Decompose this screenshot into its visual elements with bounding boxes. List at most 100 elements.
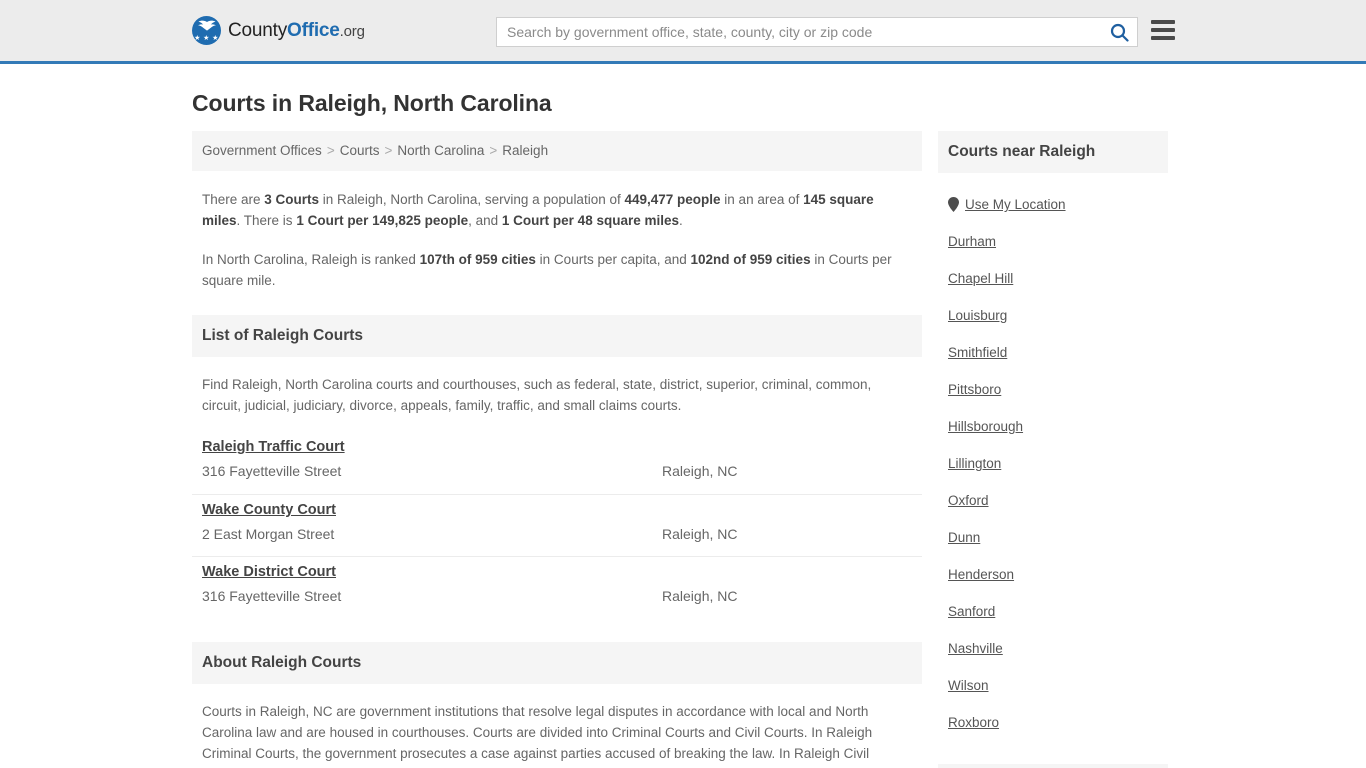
sidebar-item-henderson[interactable]: Henderson (948, 567, 1158, 582)
court-address: 2 East Morgan Street (202, 526, 335, 542)
court-address: 316 Fayetteville Street (202, 463, 342, 479)
sidebar-item-sanford[interactable]: Sanford (948, 604, 1158, 619)
table-row[interactable]: Wake County Court 2 East Morgan Street R… (192, 494, 922, 556)
logo-text-part1: County (228, 19, 288, 41)
sidebar-records-header: Raleigh Public Records (938, 764, 1168, 768)
main-content: Government Offices > Courts > North Carolina… (192, 131, 922, 768)
list-section-header: List of Raleigh Courts (192, 315, 922, 357)
logo-text-part2: Office (287, 19, 340, 41)
eagle-seal-icon: ★ ★ ★ (192, 16, 221, 45)
map-pin-icon (948, 197, 959, 212)
breadcrumb-separator: > (384, 143, 393, 158)
about-section-heading: About Raleigh Courts (202, 654, 362, 671)
stats-text: in Courts per capita, and (535, 252, 691, 267)
sidebar-item-smithfield[interactable]: Smithfield (948, 345, 1158, 360)
sidebar-item-label[interactable]: Sanford (948, 604, 995, 619)
breadcrumb-item-government-offices[interactable]: Government Offices (202, 143, 322, 158)
sidebar-item-label[interactable]: Smithfield (948, 345, 1007, 360)
sidebar: Courts near Raleigh Use My Location Durh… (938, 131, 1168, 768)
about-section-header: About Raleigh Courts (192, 642, 922, 684)
sidebar-item-durham[interactable]: Durham (948, 234, 1158, 249)
sidebar-item-label[interactable]: Henderson (948, 567, 1014, 582)
breadcrumb: Government Offices > Courts > North Carolina… (192, 131, 922, 171)
table-row[interactable]: Raleigh Traffic Court 316 Fayetteville S… (192, 432, 922, 494)
search-button[interactable] (1101, 18, 1137, 46)
site-header: ★ ★ ★ CountyOffice.org (0, 0, 1366, 64)
stats-text: . There is (236, 213, 297, 228)
table-row[interactable]: Wake District Court 316 Fayetteville Str… (192, 556, 922, 618)
hamburger-bar (1151, 28, 1175, 32)
sidebar-item-hillsborough[interactable]: Hillsborough (948, 419, 1158, 434)
search-bar[interactable] (496, 17, 1138, 47)
court-name-link[interactable]: Wake District Court (202, 564, 336, 580)
sidebar-item-label[interactable]: Hillsborough (948, 419, 1023, 434)
logo-text-part3: .org (339, 22, 365, 40)
sidebar-item-lillington[interactable]: Lillington (948, 456, 1158, 471)
court-list: Raleigh Traffic Court 316 Fayetteville S… (192, 432, 922, 618)
about-section-body: Courts in Raleigh, NC are government ins… (192, 701, 922, 768)
stats-population: 449,477 people (624, 192, 721, 207)
sidebar-item-label[interactable]: Dunn (948, 530, 980, 545)
use-my-location-link[interactable]: Use My Location (965, 197, 1066, 212)
stats-text: . (679, 213, 683, 228)
court-name-link[interactable]: Wake County Court (202, 502, 336, 518)
hamburger-menu-icon[interactable] (1151, 20, 1175, 40)
rank-per-capita: 107th of 959 cities (419, 252, 536, 267)
stats-text: There are (202, 192, 265, 207)
sidebar-item-label[interactable]: Chapel Hill (948, 271, 1013, 286)
page-title: Courts in Raleigh, North Carolina (192, 90, 552, 116)
sidebar-item-chapel-hill[interactable]: Chapel Hill (948, 271, 1158, 286)
content-columns: Government Offices > Courts > North Carolina… (192, 131, 1174, 768)
court-city-state: Raleigh, NC (662, 588, 738, 604)
breadcrumb-separator: > (489, 143, 498, 158)
sidebar-item-dunn[interactable]: Dunn (948, 530, 1158, 545)
page-container: Courts in Raleigh, North Carolina Govern… (0, 90, 1366, 768)
sidebar-item-pittsboro[interactable]: Pittsboro (948, 382, 1158, 397)
stats-text: in an area of (720, 192, 804, 207)
stats-block: There are 3 Courts in Raleigh, North Car… (192, 189, 922, 291)
sidebar-nearby-header: Courts near Raleigh (938, 131, 1168, 173)
rank-per-square-mile: 102nd of 959 cities (690, 252, 811, 267)
stats-per-area: 1 Court per 48 square miles (501, 213, 679, 228)
sidebar-item-nashville[interactable]: Nashville (948, 641, 1158, 656)
search-icon (1110, 23, 1129, 42)
search-input[interactable] (497, 18, 1101, 46)
sidebar-item-label[interactable]: Louisburg (948, 308, 1007, 323)
eagle-glyph (197, 20, 216, 31)
sidebar-item-louisburg[interactable]: Louisburg (948, 308, 1158, 323)
sidebar-item-label[interactable]: Nashville (948, 641, 1003, 656)
stats-text: in Raleigh, North Carolina, serving a po… (319, 192, 625, 207)
sidebar-item-roxboro[interactable]: Roxboro (948, 715, 1158, 730)
hamburger-bar (1151, 20, 1175, 24)
stars-glyph: ★ ★ ★ (194, 35, 219, 42)
sidebar-item-label[interactable]: Durham (948, 234, 996, 249)
stats-paragraph-2: In North Carolina, Raleigh is ranked 107… (202, 249, 912, 291)
sidebar-item-wilson[interactable]: Wilson (948, 678, 1158, 693)
sidebar-item-oxford[interactable]: Oxford (948, 493, 1158, 508)
court-name-link[interactable]: Raleigh Traffic Court (202, 439, 345, 455)
court-city-state: Raleigh, NC (662, 526, 738, 542)
sidebar-item-label[interactable]: Pittsboro (948, 382, 1001, 397)
stats-paragraph-1: There are 3 Courts in Raleigh, North Car… (202, 189, 912, 231)
stats-text: In North Carolina, Raleigh is ranked (202, 252, 420, 267)
sidebar-item-label[interactable]: Roxboro (948, 715, 999, 730)
court-address: 316 Fayetteville Street (202, 588, 342, 604)
breadcrumb-separator: > (326, 143, 335, 158)
breadcrumb-item-raleigh: Raleigh (502, 143, 549, 158)
sidebar-item-label[interactable]: Lillington (948, 456, 1001, 471)
breadcrumb-item-north-carolina[interactable]: North Carolina (397, 143, 484, 158)
breadcrumb-item-courts[interactable]: Courts (340, 143, 380, 158)
sidebar-nearby-links: Use My Location Durham Chapel Hill Louis… (938, 197, 1168, 730)
site-logo[interactable]: ★ ★ ★ CountyOffice.org (192, 16, 365, 45)
hamburger-bar (1151, 36, 1175, 40)
stats-count: 3 Courts (264, 192, 320, 207)
logo-text: CountyOffice.org (228, 20, 365, 42)
stats-per-capita: 1 Court per 149,825 people (296, 213, 469, 228)
list-section-description: Find Raleigh, North Carolina courts and … (202, 377, 872, 413)
use-my-location-row[interactable]: Use My Location (948, 197, 1158, 212)
stats-text: , and (468, 213, 502, 228)
sidebar-nearby-heading: Courts near Raleigh (948, 143, 1096, 160)
sidebar-item-label[interactable]: Oxford (948, 493, 989, 508)
court-city-state: Raleigh, NC (662, 463, 738, 479)
sidebar-item-label[interactable]: Wilson (948, 678, 989, 693)
